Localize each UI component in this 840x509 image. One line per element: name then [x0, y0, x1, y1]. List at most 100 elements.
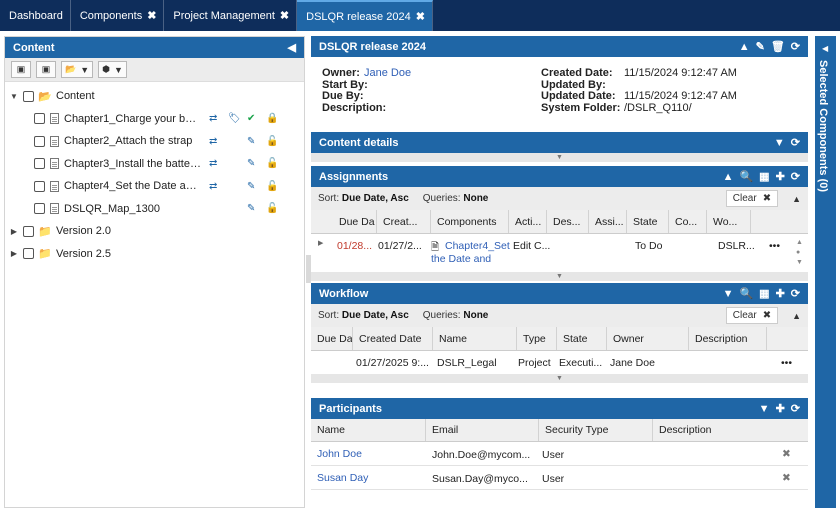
- collapse-up-icon[interactable]: ▲: [723, 171, 734, 183]
- selected-components-panel[interactable]: ◀ Selected Components (0): [815, 36, 836, 508]
- table-row[interactable]: ▶ 01/28... 01/27/2... 🗎 Chapter4_Set the…: [311, 234, 808, 272]
- collapse-up-icon[interactable]: ▲: [792, 311, 801, 321]
- collapse-left-icon[interactable]: ◀: [288, 41, 296, 54]
- checkbox[interactable]: [34, 135, 45, 147]
- chevron-down-icon[interactable]: ▼: [759, 403, 770, 415]
- queries-value[interactable]: None: [463, 310, 488, 321]
- close-icon[interactable]: ✖: [416, 10, 425, 23]
- resize-grip[interactable]: ▼: [311, 153, 808, 162]
- checkbox[interactable]: [23, 90, 34, 102]
- chevron-down-icon[interactable]: ▼: [723, 288, 734, 300]
- column-header[interactable]: Type: [517, 327, 557, 350]
- refresh-icon[interactable]: ⟳: [791, 402, 800, 415]
- tree-item-chapter3[interactable]: Chapter3_Install the battery ... ⇄ ✎ 🔓: [5, 153, 304, 176]
- refresh-icon[interactable]: ⟳: [791, 136, 800, 149]
- search-icon[interactable]: 🔍: [739, 287, 753, 300]
- unlock-icon[interactable]: 🔓: [266, 136, 278, 147]
- remove-icon[interactable]: ✖: [782, 472, 791, 484]
- component-link-line2[interactable]: the Date and: [431, 253, 491, 265]
- tab-dslqr-release[interactable]: DSLQR release 2024 ✖: [297, 0, 433, 31]
- expand-left-icon[interactable]: ◀: [822, 44, 828, 53]
- column-header[interactable]: Security Type: [539, 419, 653, 441]
- clear-button[interactable]: Clear ✖: [725, 190, 779, 207]
- column-header[interactable]: Due Da: [311, 327, 353, 350]
- checkbox[interactable]: [34, 113, 45, 125]
- table-row[interactable]: John Doe John.Doe@mycom... User ✖: [311, 442, 808, 466]
- folder-menu-button[interactable]: 📂 ▼: [61, 61, 94, 78]
- refresh-icon[interactable]: ⟳: [791, 170, 800, 183]
- caret-right-icon[interactable]: ▶: [318, 239, 323, 247]
- column-header[interactable]: Description: [653, 419, 763, 441]
- tree-item-version-2-0[interactable]: ▶ 📁 Version 2.0: [5, 220, 304, 243]
- caret-down-icon[interactable]: ▼: [9, 92, 19, 101]
- collapse-up-icon[interactable]: ▲: [739, 41, 750, 53]
- refresh-icon[interactable]: ⟳: [791, 40, 800, 53]
- column-header[interactable]: Co...: [669, 210, 707, 233]
- column-header[interactable]: Components: [431, 210, 509, 233]
- queries-value[interactable]: None: [463, 193, 488, 204]
- column-header[interactable]: Des...: [547, 210, 589, 233]
- sort-value[interactable]: Due Date, Asc: [342, 193, 409, 204]
- unlock-icon[interactable]: 🔓: [266, 181, 278, 192]
- participant-name-link[interactable]: John Doe: [317, 448, 362, 460]
- column-header[interactable]: State: [557, 327, 607, 350]
- column-header[interactable]: Created Date: [353, 327, 433, 350]
- more-icon[interactable]: •••: [781, 357, 792, 369]
- participant-name-link[interactable]: Susan Day: [317, 472, 368, 484]
- checkbox[interactable]: [23, 225, 34, 237]
- column-header[interactable]: Owner: [607, 327, 689, 350]
- column-header[interactable]: Description: [689, 327, 767, 350]
- component-menu-button[interactable]: ⬢ ▼: [98, 61, 127, 78]
- close-icon[interactable]: ✖: [280, 9, 289, 22]
- table-icon[interactable]: ▦: [759, 287, 769, 300]
- sort-value[interactable]: Due Date, Asc: [342, 310, 409, 321]
- refresh-icon[interactable]: ⟳: [791, 287, 800, 300]
- column-header[interactable]: Name: [433, 327, 517, 350]
- column-header[interactable]: Name: [311, 419, 426, 441]
- add-icon[interactable]: ✚: [776, 402, 785, 415]
- pencil-icon[interactable]: ✎: [247, 136, 255, 147]
- column-header[interactable]: Acti...: [509, 210, 547, 233]
- add-icon[interactable]: ✚: [776, 170, 785, 183]
- checkbox[interactable]: [23, 248, 34, 260]
- pencil-icon[interactable]: ✎: [247, 181, 255, 192]
- chevron-down-icon[interactable]: ▼: [774, 137, 785, 149]
- tab-dashboard[interactable]: Dashboard: [0, 0, 71, 31]
- search-icon[interactable]: 🔍: [739, 170, 753, 183]
- expand-all-button[interactable]: ▣: [11, 61, 31, 78]
- scrollbar[interactable]: ▲ ● ▼: [796, 238, 803, 268]
- edit-icon[interactable]: ✎: [756, 40, 765, 53]
- trash-icon[interactable]: 🗑: [771, 40, 785, 53]
- column-header[interactable]: Email: [426, 419, 539, 441]
- unlock-icon[interactable]: 🔓: [266, 203, 278, 214]
- remove-icon[interactable]: ✖: [782, 448, 791, 460]
- checkbox[interactable]: [34, 158, 45, 170]
- component-link[interactable]: Chapter4_Set: [445, 240, 510, 252]
- column-header[interactable]: Assi...: [589, 210, 627, 233]
- content-details-header[interactable]: Content details ▼ ⟳: [311, 132, 808, 153]
- tab-components[interactable]: Components ✖: [71, 0, 165, 31]
- add-icon[interactable]: ✚: [776, 287, 785, 300]
- table-icon[interactable]: ▦: [759, 170, 769, 183]
- checkbox[interactable]: [34, 203, 45, 215]
- collapse-up-icon[interactable]: ▲: [792, 194, 801, 204]
- caret-right-icon[interactable]: ▶: [9, 249, 19, 258]
- checkbox[interactable]: [34, 180, 45, 192]
- column-header[interactable]: Creat...: [377, 210, 431, 233]
- tab-project-management[interactable]: Project Management ✖: [164, 0, 298, 31]
- tree-item-chapter4[interactable]: Chapter4_Set the Date and T... ⇄ ✎ 🔓: [5, 175, 304, 198]
- column-header[interactable]: Due Da: [311, 210, 377, 233]
- tree-item-content[interactable]: ▼ 📂 Content: [5, 85, 304, 108]
- resize-grip[interactable]: ▼: [311, 272, 808, 281]
- close-icon[interactable]: ✖: [147, 9, 156, 22]
- table-row[interactable]: Susan Day Susan.Day@myco... User ✖: [311, 466, 808, 490]
- resize-grip[interactable]: ▼: [311, 374, 808, 383]
- tree-item-chapter1[interactable]: Chapter1_Charge your battery ⇄ 🏷 ✔ 🔒: [5, 108, 304, 131]
- unlock-icon[interactable]: 🔓: [266, 158, 278, 169]
- tree-item-chapter2[interactable]: Chapter2_Attach the strap ⇄ ✎ 🔓: [5, 130, 304, 153]
- owner-link[interactable]: Jane Doe: [364, 67, 411, 80]
- caret-right-icon[interactable]: ▶: [9, 227, 19, 236]
- pencil-icon[interactable]: ✎: [247, 203, 255, 214]
- column-header[interactable]: Wo...: [707, 210, 751, 233]
- collapse-all-button[interactable]: ▣: [36, 61, 56, 78]
